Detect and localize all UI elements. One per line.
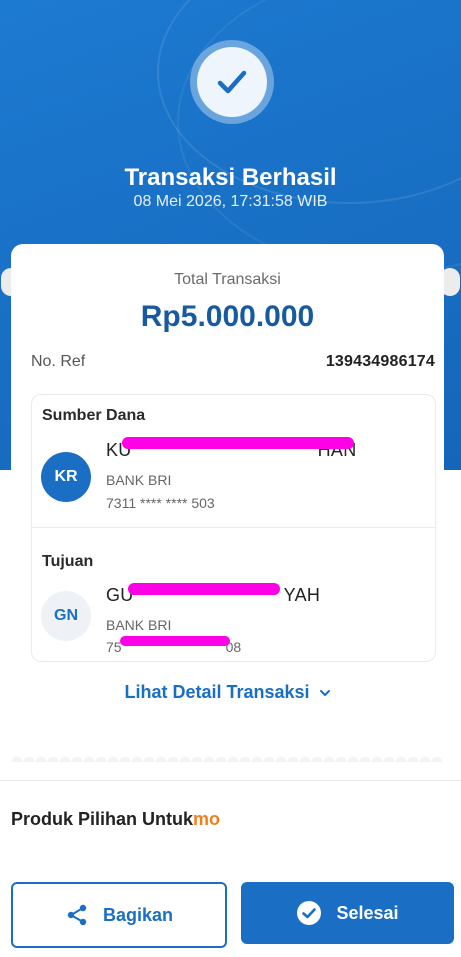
- source-account: 7311 **** **** 503: [106, 495, 215, 511]
- redaction-mark: [128, 583, 280, 595]
- ref-label: No. Ref: [31, 353, 86, 370]
- share-button[interactable]: Bagikan: [11, 882, 227, 948]
- check-icon: [217, 70, 247, 94]
- share-label: Bagikan: [102, 904, 174, 925]
- chevron-down-icon: [319, 690, 330, 697]
- redaction-mark: [122, 437, 354, 449]
- avatar: GN: [41, 591, 91, 641]
- source-section-label: Sumber Dana: [42, 407, 146, 424]
- destination-bank: BANK BRI: [106, 617, 172, 633]
- transaction-datetime: 08 Mei 2026, 17:31:58 WIB: [133, 193, 328, 210]
- brand-logo: mo: [193, 809, 221, 829]
- receipt-edge: [11, 748, 444, 762]
- done-label: Selesai: [336, 902, 399, 923]
- total-label: Total Transaksi: [174, 271, 281, 288]
- divider: [32, 527, 435, 528]
- total-amount: Rp5.000.000: [140, 300, 315, 333]
- promo-title: Produk Pilihan Untukmo: [11, 809, 221, 829]
- page-title: Transaksi Berhasil: [124, 164, 337, 191]
- redaction-mark: [120, 636, 230, 646]
- success-badge: [190, 40, 274, 124]
- receipt-card: Total Transaksi Rp5.000.000 No. Ref 1394…: [11, 244, 444, 761]
- check-circle-icon: [297, 901, 322, 925]
- view-detail-link[interactable]: Lihat Detail Transaksi: [11, 682, 444, 703]
- destination-section-label: Tujuan: [42, 553, 94, 570]
- avatar: KR: [41, 452, 91, 502]
- done-button[interactable]: Selesai: [241, 882, 454, 944]
- ref-value: 139434986174: [325, 353, 435, 370]
- source-bank: BANK BRI: [106, 472, 172, 488]
- share-icon: [67, 904, 87, 926]
- promo-section: Produk Pilihan Untukmo: [0, 780, 461, 861]
- party-details: Sumber Dana KR KU HAN BANK BRI 7311 **** …: [31, 394, 436, 662]
